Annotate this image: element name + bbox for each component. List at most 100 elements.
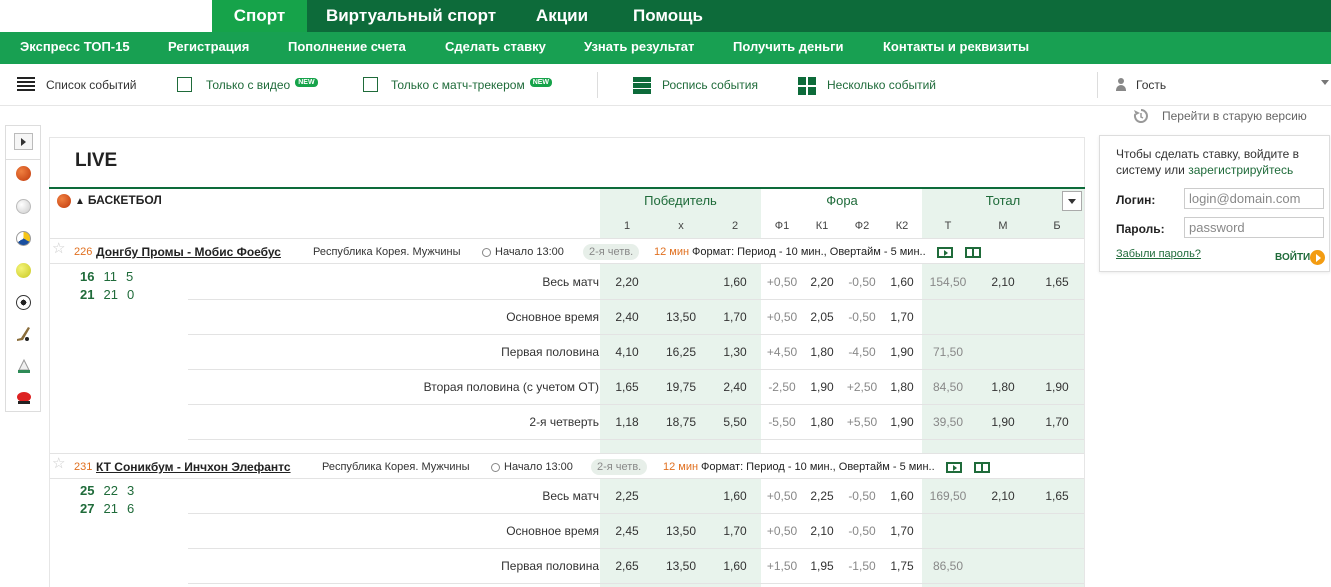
odd-cell[interactable]: -0,50 (844, 524, 880, 538)
odd-cell[interactable]: 1,90 (804, 380, 840, 394)
odd-cell[interactable]: +0,50 (764, 310, 800, 324)
odd-cell[interactable]: +2,50 (844, 380, 880, 394)
odd-cell[interactable]: 1,80 (804, 415, 840, 429)
odd-cell[interactable]: -0,50 (844, 275, 880, 289)
tab-sport[interactable]: Спорт (212, 0, 307, 32)
only-tracker-checkbox[interactable] (363, 77, 378, 92)
odd-cell[interactable]: 2,10 (804, 524, 840, 538)
odd-cell[interactable]: +5,50 (844, 415, 880, 429)
odd-cell[interactable]: +0,50 (764, 275, 800, 289)
login-button[interactable]: ВОЙТИ (1275, 252, 1310, 263)
tab-help[interactable]: Помощь (622, 0, 714, 32)
multi-events-icon[interactable] (798, 77, 816, 95)
menu-withdraw[interactable]: Получить деньги (733, 32, 844, 64)
odd-cell[interactable]: 1,80 (981, 380, 1025, 394)
odd-cell[interactable]: 1,60 (713, 559, 757, 573)
video-icon[interactable] (946, 462, 962, 473)
odd-cell[interactable]: 13,50 (659, 524, 703, 538)
odd-cell[interactable]: +0,50 (764, 524, 800, 538)
odd-cell[interactable]: 1,65 (1035, 275, 1079, 289)
register-link[interactable]: зарегистрируйтесь (1188, 163, 1293, 177)
expand-sidebar-button[interactable] (14, 133, 33, 150)
odd-cell[interactable]: 1,80 (884, 380, 920, 394)
odd-cell[interactable]: -2,50 (764, 380, 800, 394)
baseball-icon[interactable] (16, 199, 31, 214)
football-icon[interactable] (16, 295, 31, 310)
odd-cell[interactable]: 1,70 (1035, 415, 1079, 429)
odd-cell[interactable]: 1,65 (605, 380, 649, 394)
odd-cell[interactable]: +0,50 (764, 489, 800, 503)
odd-cell[interactable]: 16,25 (659, 345, 703, 359)
odd-cell[interactable]: -0,50 (844, 489, 880, 503)
odd-cell[interactable]: 5,50 (713, 415, 757, 429)
video-icon[interactable] (937, 247, 953, 258)
odd-cell[interactable]: 1,70 (713, 524, 757, 538)
odd-cell[interactable]: 2,10 (981, 275, 1025, 289)
odd-cell[interactable]: 1,18 (605, 415, 649, 429)
forgot-password-link[interactable]: Забыли пароль? (1116, 248, 1201, 260)
odd-cell[interactable]: 2,05 (804, 310, 840, 324)
schedule-icon[interactable] (633, 77, 651, 95)
odd-cell[interactable]: 1,60 (713, 275, 757, 289)
odd-cell[interactable]: 154,50 (926, 275, 970, 289)
odd-cell[interactable]: 2,65 (605, 559, 649, 573)
login-input[interactable] (1184, 188, 1324, 209)
menu-place-bet[interactable]: Сделать ставку (445, 32, 546, 64)
odd-cell[interactable]: 1,30 (713, 345, 757, 359)
odd-cell[interactable]: 19,75 (659, 380, 703, 394)
odd-cell[interactable]: 1,70 (884, 524, 920, 538)
schedule-link[interactable]: Роспись события (662, 77, 758, 93)
menu-check-result[interactable]: Узнать результат (584, 32, 694, 64)
odd-cell[interactable]: -0,50 (844, 310, 880, 324)
odd-cell[interactable]: 39,50 (926, 415, 970, 429)
tab-virtual-sport[interactable]: Виртуальный спорт (318, 0, 504, 32)
odd-cell[interactable]: 2,40 (713, 380, 757, 394)
badminton-icon[interactable] (16, 358, 32, 374)
odd-cell[interactable]: -4,50 (844, 345, 880, 359)
chevron-down-icon[interactable] (1321, 80, 1329, 85)
odd-cell[interactable]: -1,50 (844, 559, 880, 573)
odd-cell[interactable]: 4,10 (605, 345, 649, 359)
odd-cell[interactable]: 1,95 (804, 559, 840, 573)
odd-cell[interactable]: 2,25 (804, 489, 840, 503)
favorite-star-icon[interactable]: ☆ (52, 241, 65, 257)
odd-cell[interactable]: 1,60 (713, 489, 757, 503)
odd-cell[interactable]: 84,50 (926, 380, 970, 394)
odd-cell[interactable]: 13,50 (659, 310, 703, 324)
event-name[interactable]: Донгбу Промы - Мобис Фоебус (96, 244, 281, 260)
odd-cell[interactable]: +4,50 (764, 345, 800, 359)
tab-promotions[interactable]: Акции (522, 0, 602, 32)
odd-cell[interactable]: 2,25 (605, 489, 649, 503)
volleyball-icon[interactable] (16, 231, 31, 246)
odd-cell[interactable]: 1,80 (804, 345, 840, 359)
menu-deposit[interactable]: Пополнение счета (288, 32, 406, 64)
events-list-link[interactable]: Список событий (46, 77, 136, 93)
menu-registration[interactable]: Регистрация (168, 32, 249, 64)
event-name[interactable]: КТ Соникбум - Инчхон Элефантс (96, 459, 291, 475)
odd-cell[interactable]: 1,75 (884, 559, 920, 573)
odd-cell[interactable]: 2,20 (605, 275, 649, 289)
odd-cell[interactable]: 1,70 (713, 310, 757, 324)
odd-cell[interactable]: 1,90 (884, 415, 920, 429)
odd-cell[interactable]: 1,90 (981, 415, 1025, 429)
favorite-star-icon[interactable]: ☆ (52, 456, 65, 472)
table-tennis-icon[interactable] (16, 390, 32, 406)
odd-cell[interactable]: 13,50 (659, 559, 703, 573)
odd-cell[interactable]: +1,50 (764, 559, 800, 573)
match-tracker-icon[interactable] (965, 247, 981, 258)
only-video-label[interactable]: Только с видео NEW (206, 77, 318, 93)
menu-express-top15[interactable]: Экспресс ТОП-15 (20, 32, 130, 64)
password-input[interactable] (1184, 217, 1324, 238)
odd-cell[interactable]: 2,20 (804, 275, 840, 289)
only-video-checkbox[interactable] (177, 77, 192, 92)
arrow-right-icon[interactable] (1310, 250, 1325, 265)
odd-cell[interactable]: 1,60 (884, 489, 920, 503)
match-tracker-icon[interactable] (974, 462, 990, 473)
odd-cell[interactable]: 1,70 (884, 310, 920, 324)
odd-cell[interactable]: 2,40 (605, 310, 649, 324)
sport-title[interactable]: ▲ БАСКЕТБОЛ (57, 192, 162, 208)
odd-cell[interactable]: 1,65 (1035, 489, 1079, 503)
odd-cell[interactable]: 71,50 (926, 345, 970, 359)
columns-dropdown-button[interactable] (1062, 191, 1082, 211)
odd-cell[interactable]: 1,90 (884, 345, 920, 359)
